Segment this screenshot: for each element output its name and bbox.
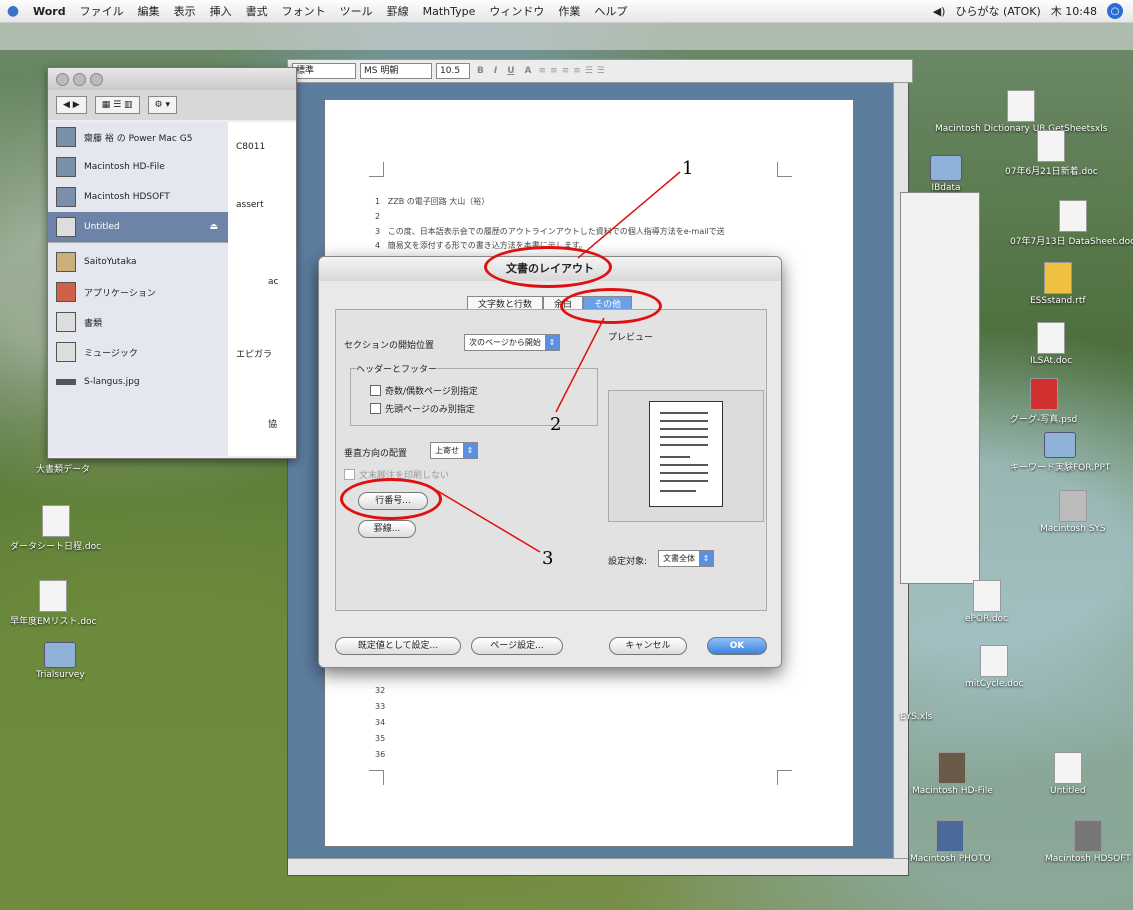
annotation-line-2 [555,317,605,413]
annotation-number-2: 2 [550,414,562,435]
annotation-line-3 [435,489,541,553]
annotation-number-3: 3 [542,548,554,569]
annotation-number-1: 1 [682,158,694,179]
annotation-lines [435,171,681,553]
annotation-line-1 [577,171,681,259]
